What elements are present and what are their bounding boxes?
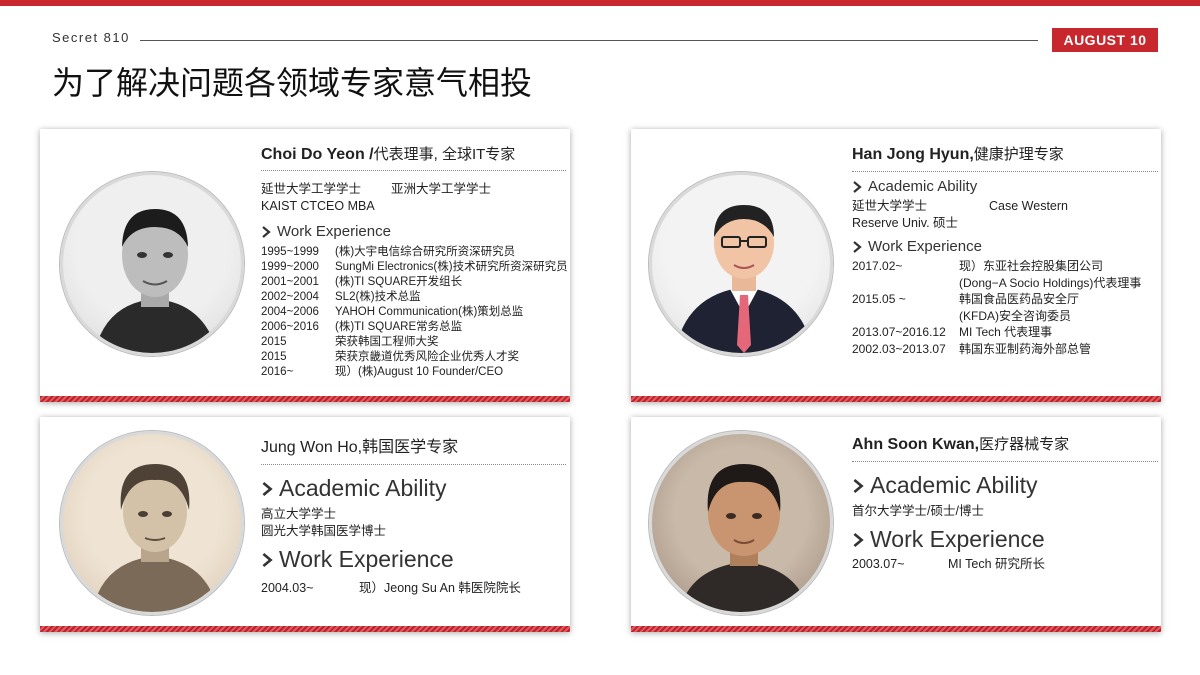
education-item: Reserve Univ. 硕士	[852, 216, 959, 230]
chevron-right-icon	[853, 240, 862, 253]
portrait-photo	[60, 431, 244, 615]
education-item: 圆光大学韩国医学博士	[261, 524, 387, 538]
chevron-right-icon	[262, 552, 273, 567]
profile-card-choi: Choi Do Yeon /代表理事, 全球IT专家 延世大学工学学士 亚洲大学工…	[40, 129, 570, 402]
education-item: 高立大学学士	[261, 507, 337, 521]
person-name: Han Jong Hyun,	[852, 146, 974, 163]
portrait-illustration	[675, 205, 813, 353]
page-title: 为了解决问题各领域专家意气相投	[52, 64, 533, 102]
work-row: 2004.03~ 现）Jeong Su An 韩医院院长	[261, 581, 521, 595]
chevron-right-icon	[262, 481, 273, 496]
work-row: 2004~2006 YAHOH Communication(株)策划总监	[261, 306, 524, 318]
work-row: 2015.05 ~ 韩国食品医药品安全厅	[852, 292, 1080, 306]
work-experience-heading: Work Experience	[277, 223, 391, 240]
work-row: 2006~2016 (株)TI SQUARE常务总监	[261, 321, 463, 333]
person-role: 代表理事, 全球IT专家	[373, 146, 516, 163]
work-row: 2002~2004 SL2(株)技术总监	[261, 291, 421, 303]
academic-ability-heading: Academic Ability	[868, 178, 978, 195]
portrait-illustration	[92, 464, 218, 612]
work-row: 2015 荣获韩国工程师大奖	[261, 336, 439, 348]
person-role: 健康护理专家	[973, 146, 1064, 163]
card-stripe	[40, 396, 570, 402]
card-stripe	[631, 626, 1161, 632]
academic-ability-heading: Academic Ability	[870, 472, 1038, 498]
work-experience-heading: Work Experience	[868, 238, 982, 255]
portrait-photo	[649, 172, 833, 356]
header-divider	[140, 40, 1038, 41]
work-row: 2015 荣获京畿道优秀风险企业优秀人才奖	[261, 351, 519, 363]
divider	[852, 461, 1158, 462]
chevron-right-icon	[853, 180, 862, 193]
work-row: 2016~ 现）(株)August 10 Founder/CEO	[261, 366, 504, 378]
portrait-illustration	[94, 209, 218, 353]
divider	[852, 171, 1158, 172]
person-name: Ahn Soon Kwan,	[852, 436, 980, 453]
academic-ability-heading: Academic Ability	[279, 475, 447, 501]
education-item: 延世大学学士	[852, 199, 928, 213]
work-row: 1995~1999 (株)大宇电信综合研究所资深研究员	[261, 246, 516, 258]
top-accent-bar	[0, 0, 1200, 6]
portrait-photo	[60, 172, 244, 356]
chevron-right-icon	[853, 532, 864, 547]
work-row: (KFDA)安全咨询委员	[959, 308, 1071, 323]
education-item: Case Western	[989, 199, 1068, 213]
education-item: 延世大学工学学士	[261, 182, 362, 196]
work-row: 2017.02~ 现）东亚社会控股集团公司	[852, 259, 1104, 273]
card-stripe	[40, 626, 570, 632]
profile-card-jung: Jung Won Ho,韩国医学专家 Academic Ability 高立大学…	[40, 417, 570, 632]
date-badge: AUGUST 10	[1052, 28, 1158, 52]
education-item: 亚洲大学工学学士	[391, 182, 492, 196]
chevron-right-icon	[262, 225, 271, 238]
work-row: (Dong−A Socio Holdings)代表理事	[959, 275, 1142, 290]
person-name: Choi Do Yeon /	[261, 146, 374, 163]
education-item: KAIST CTCEO MBA	[261, 199, 375, 213]
brand-label: Secret 810	[52, 30, 130, 45]
card-stripe	[631, 396, 1161, 402]
education-item: 首尔大学学士/硕士/博士	[852, 504, 984, 518]
work-row: 2002.03~2013.07 韩国东亚制药海外部总管	[852, 341, 1092, 356]
chevron-right-icon	[853, 478, 864, 493]
portrait-photo	[649, 431, 833, 615]
profile-card-ahn: Ahn Soon Kwan,医疗器械专家 Academic Ability 首尔…	[631, 417, 1161, 632]
work-experience-heading: Work Experience	[870, 526, 1045, 552]
work-row: 2003.07~ MI Tech 研究所长	[852, 557, 1046, 571]
work-row: 1999~2000 SungMi Electronics(株)技术研究所资深研究员	[261, 261, 568, 273]
work-row: 2001~2001 (株)TI SQUARE开发组长	[261, 276, 463, 288]
person-role: 医疗器械专家	[979, 436, 1070, 453]
work-row: 2013.07~2016.12 MI Tech 代表理事	[852, 325, 1053, 339]
portrait-illustration	[679, 464, 809, 612]
profile-card-han: Han Jong Hyun,健康护理专家 Academic Ability 延世…	[631, 129, 1161, 402]
person-name: Jung Won Ho,	[261, 439, 363, 456]
work-experience-heading: Work Experience	[279, 546, 454, 572]
divider	[261, 170, 566, 171]
person-role: 韩国医学专家	[362, 439, 459, 456]
divider	[261, 464, 566, 465]
